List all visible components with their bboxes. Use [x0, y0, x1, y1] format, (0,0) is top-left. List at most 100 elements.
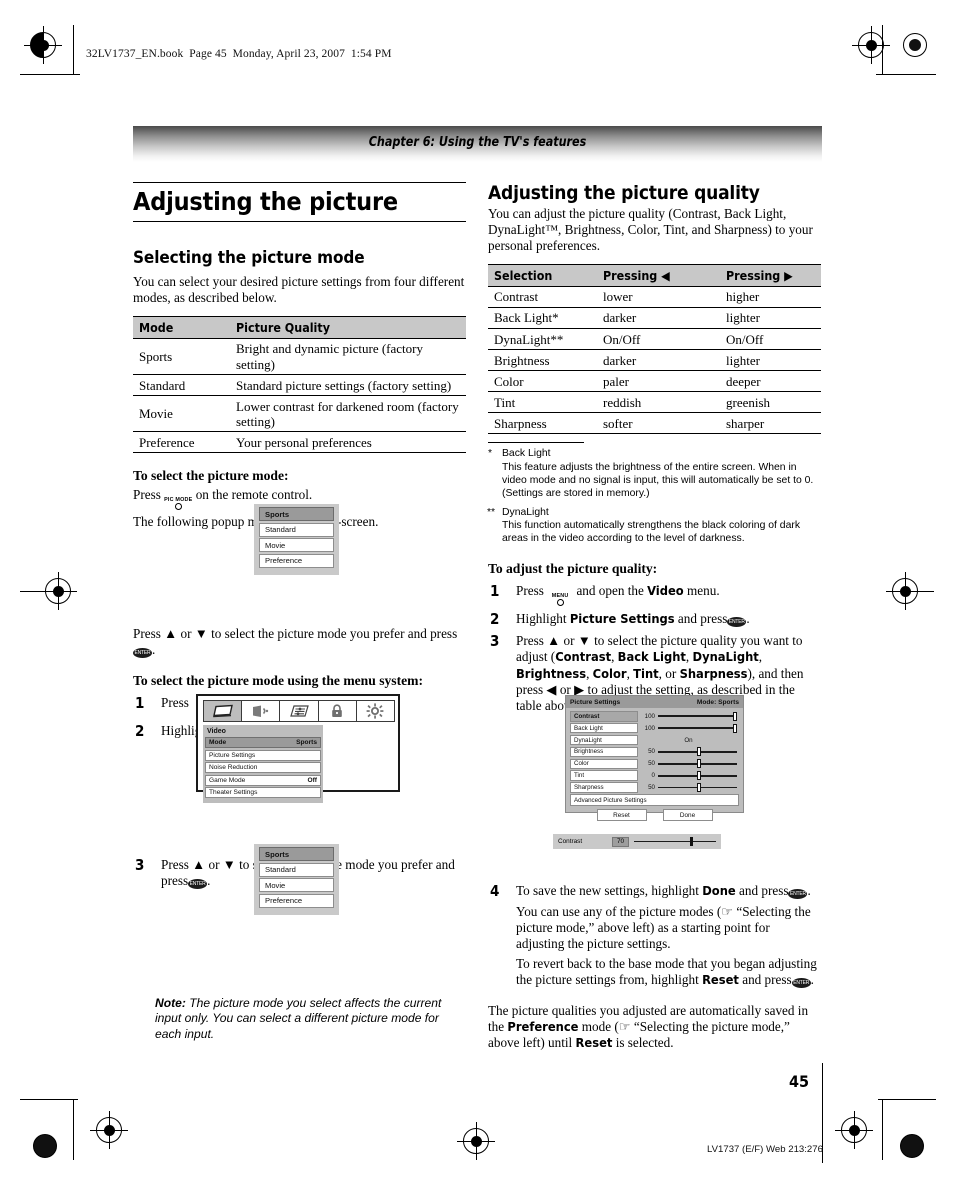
slider-knob[interactable] — [696, 747, 701, 757]
picture-mode-popup-2[interactable]: Sports Standard Movie Preference — [254, 844, 339, 915]
enter-key-icon: ENTER — [133, 648, 152, 659]
footnote-dynalight: ** DynaLight This function automatically… — [487, 506, 821, 545]
popup-item-preference[interactable]: Preference — [259, 893, 334, 908]
crop-mark-bottom-left-v — [73, 1100, 74, 1160]
setup-tab-icon[interactable] — [357, 701, 394, 721]
video-tab-icon[interactable] — [204, 701, 243, 721]
reset-button[interactable]: Reset — [596, 809, 647, 822]
ps-slider-brightness[interactable] — [658, 747, 739, 758]
cell-press-left: darker — [597, 307, 720, 330]
section-heading-selecting-picture-mode: Selecting the picture mode — [133, 248, 365, 268]
step-number: 2 — [490, 610, 500, 629]
step-number: 1 — [490, 582, 500, 601]
ps-row-color[interactable]: Color 50 — [570, 758, 739, 770]
cell-mode: Movie — [133, 395, 230, 433]
step-post-text: . — [810, 972, 814, 988]
ps-row-value: 50 — [648, 784, 655, 792]
preferences-tab-icon[interactable] — [280, 701, 319, 721]
popup-item-standard[interactable]: Standard — [259, 522, 334, 537]
picture-settings-header: Picture Settings Mode: Sports — [566, 696, 743, 708]
menu-row-value: Off — [307, 776, 317, 784]
slider-knob[interactable] — [689, 837, 693, 846]
picture-mode-table: Mode Picture Quality Sports Bright and d… — [133, 315, 466, 454]
menu-key-icon: MENU — [547, 593, 573, 607]
slider-knob[interactable] — [733, 711, 737, 721]
crop-mark-bottom-left-h — [20, 1099, 78, 1100]
cell-press-right: sharper — [720, 412, 821, 435]
tv-video-menu-screenshot[interactable]: Video Mode Sports Picture Settings Noise… — [196, 694, 400, 803]
ps-slider-tint[interactable] — [658, 770, 739, 781]
contrast-bar-label: Contrast — [558, 838, 583, 845]
step-mid-text: and press — [677, 611, 728, 627]
slider-knob[interactable] — [696, 771, 701, 781]
key-button-circle — [174, 503, 182, 511]
footnote-back-light: * Back Light This feature adjusts the br… — [488, 447, 821, 499]
cell-selection: Back Light* — [488, 307, 597, 330]
ps-advanced-picture-settings[interactable]: Advanced Picture Settings — [570, 794, 739, 807]
ps-row-sharpness[interactable]: Sharpness 50 — [570, 782, 739, 793]
col-header-picture-quality: Picture Quality — [230, 315, 466, 339]
video-menu-panel[interactable]: Video Mode Sports Picture Settings Noise… — [203, 725, 323, 803]
menu-row-theater-settings[interactable]: Theater Settings — [205, 787, 321, 798]
menu-tab-bar[interactable] — [203, 700, 395, 722]
popup-item-movie[interactable]: Movie — [259, 878, 334, 892]
press-word: Press — [133, 487, 161, 503]
menu-row-picture-settings[interactable]: Picture Settings — [205, 749, 321, 761]
step-item: 4 To save the new settings, highlight Do… — [488, 882, 821, 989]
menu-row-game-mode[interactable]: Game Mode Off — [205, 774, 321, 786]
table-row: Standard Standard picture settings (fact… — [133, 374, 466, 397]
ps-row-contrast[interactable]: Contrast 100 — [570, 711, 739, 722]
cell-press-right: deeper — [720, 370, 821, 393]
popup-item-preference[interactable]: Preference — [259, 553, 334, 568]
ps-slider-color[interactable] — [658, 759, 739, 770]
popup-item-standard[interactable]: Standard — [259, 862, 334, 877]
menu-key-label: MENU — [551, 593, 569, 600]
menu-row-mode[interactable]: Mode Sports — [205, 737, 321, 748]
ps-row-brightness[interactable]: Brightness 50 — [570, 746, 739, 758]
contrast-bar-slider[interactable] — [634, 834, 716, 849]
lock-tab-icon[interactable] — [319, 701, 357, 721]
popup-item-sports[interactable]: Sports — [259, 507, 334, 521]
slider-knob[interactable] — [696, 783, 701, 793]
step-number: 3 — [490, 631, 500, 650]
cell-press-left: softer — [597, 412, 720, 435]
note-block: Note: The picture mode you select affect… — [155, 996, 466, 1042]
ps-slider-back-light[interactable] — [658, 723, 739, 734]
key-button-circle — [556, 599, 564, 607]
intro-paragraph-right: You can adjust the picture quality (Cont… — [488, 206, 813, 253]
footnote-title: DynaLight — [502, 506, 549, 518]
slider-track — [658, 715, 737, 718]
cell-press-right: higher — [720, 286, 821, 308]
popup-item-sports[interactable]: Sports — [259, 847, 334, 861]
bold-sharpness: Sharpness — [679, 666, 748, 682]
slider-knob[interactable] — [733, 723, 737, 733]
closing-post: is selected. — [615, 1035, 674, 1051]
step-post-text: . — [746, 611, 750, 627]
slider-track — [634, 840, 716, 843]
audio-tab-icon[interactable] — [242, 701, 281, 721]
cell-selection: Brightness — [488, 349, 597, 372]
ps-row-dynalight[interactable]: DynaLight On — [570, 734, 739, 746]
ps-row-tint[interactable]: Tint 0 — [570, 770, 739, 781]
registration-dot-bottom-left — [33, 1134, 57, 1158]
step-bold-video: Video — [647, 584, 684, 600]
picture-settings-screenshot[interactable]: Picture Settings Mode: Sports Contrast 1… — [565, 695, 744, 822]
popup-item-movie[interactable]: Movie — [259, 538, 334, 552]
page-title: Adjusting the picture — [133, 182, 466, 222]
menu-row-noise-reduction[interactable]: Noise Reduction — [205, 762, 321, 773]
ps-slider-contrast[interactable] — [658, 711, 739, 722]
ps-row-back-light[interactable]: Back Light 100 — [570, 722, 739, 734]
bold-contrast: Contrast — [555, 649, 612, 665]
table-header-row: Selection Pressing ◀ Pressing ▶ — [488, 263, 821, 287]
picture-settings-mode: Mode: Sports — [696, 698, 739, 706]
contrast-adjust-bar[interactable]: Contrast 70 — [553, 834, 721, 849]
done-button[interactable]: Done — [662, 809, 713, 822]
picture-mode-popup-1[interactable]: Sports Standard Movie Preference — [254, 504, 339, 575]
ps-slider-sharpness[interactable] — [658, 782, 739, 793]
crop-mark-bottom-right-h — [878, 1099, 936, 1100]
ps-row-value-onoff: On — [684, 736, 693, 744]
ps-row-label: Back Light — [570, 722, 638, 734]
slider-knob[interactable] — [696, 759, 701, 769]
ps-row-label: Color — [570, 758, 638, 770]
step-number: 2 — [135, 722, 145, 741]
